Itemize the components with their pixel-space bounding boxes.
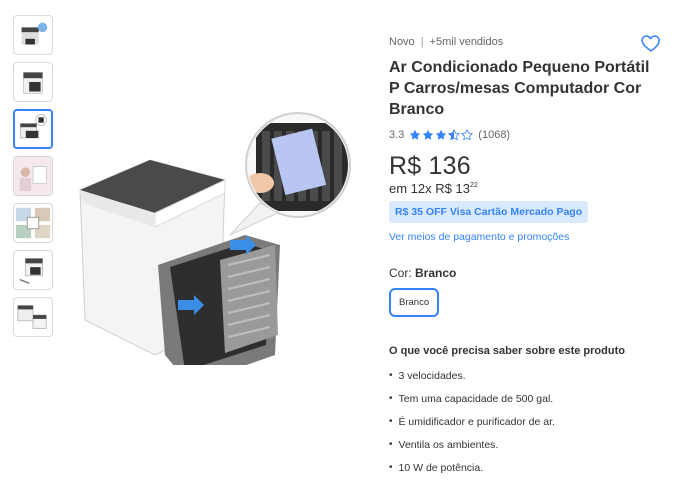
separator: | bbox=[420, 36, 424, 48]
color-label: Cor: Branco bbox=[389, 266, 669, 280]
thumbnail-list bbox=[13, 15, 53, 344]
product-info-panel: Novo | +5mil vendidos Ar Condicionado Pe… bbox=[389, 30, 669, 485]
feature-list: • 3 velocidades. • Tem uma capacidade de 5… bbox=[389, 370, 669, 474]
product-subtitle: Novo | +5mil vendidos bbox=[389, 36, 669, 48]
product-highlights-title: O que você precisa saber sobre este prod… bbox=[389, 345, 625, 357]
star-icon bbox=[436, 129, 447, 140]
color-label-text: Cor: bbox=[389, 266, 412, 280]
thumbnail-3[interactable] bbox=[13, 109, 53, 149]
star-empty-icon bbox=[461, 129, 474, 141]
star-icon bbox=[410, 129, 421, 140]
color-option-branco[interactable]: Branco bbox=[389, 288, 440, 317]
main-product-image bbox=[70, 95, 370, 385]
rating-value: 3.3 bbox=[389, 129, 405, 141]
feature-item: • 10 W de potência. bbox=[389, 462, 484, 474]
sold-count: +5mil vendidos bbox=[429, 36, 504, 48]
review-count: (1068) bbox=[478, 129, 511, 141]
product-title: Ar Condicionado Pequeno Portátil P Carro… bbox=[389, 59, 650, 118]
installments: em 12x R$ 1322 bbox=[389, 181, 669, 196]
feature-item: • É umidificador e purificador de ar. bbox=[389, 416, 555, 428]
thumbnail-4[interactable] bbox=[13, 156, 53, 196]
condition-label: Novo bbox=[389, 36, 415, 48]
color-value: Branco bbox=[415, 266, 457, 280]
installments-cents: 22 bbox=[469, 182, 478, 189]
discount-badge: R$ 35 OFF Visa Cartão Mercado Pago bbox=[389, 201, 589, 223]
thumbnail-7[interactable] bbox=[13, 297, 53, 337]
feature-item: • Ventila os ambientes. bbox=[389, 439, 499, 451]
star-half-icon bbox=[448, 129, 461, 141]
heart-icon[interactable] bbox=[640, 32, 662, 54]
price: R$ 136 bbox=[389, 152, 471, 180]
thumbnail-5[interactable] bbox=[13, 203, 53, 243]
rating-row[interactable]: 3.3 (1068) bbox=[389, 129, 669, 141]
thumbnail-2[interactable] bbox=[13, 62, 53, 102]
feature-item: • Tem uma capacidade de 500 gal. bbox=[389, 393, 554, 405]
rating-stars bbox=[409, 129, 474, 141]
payment-methods-link[interactable]: Ver meios de pagamento e promoções bbox=[389, 231, 669, 243]
thumbnail-6[interactable] bbox=[13, 250, 53, 290]
installments-amount: em 12x R$ 13 bbox=[389, 181, 470, 196]
star-icon bbox=[423, 129, 434, 140]
feature-item: • 3 velocidades. bbox=[389, 370, 466, 382]
thumbnail-1[interactable] bbox=[13, 15, 53, 55]
